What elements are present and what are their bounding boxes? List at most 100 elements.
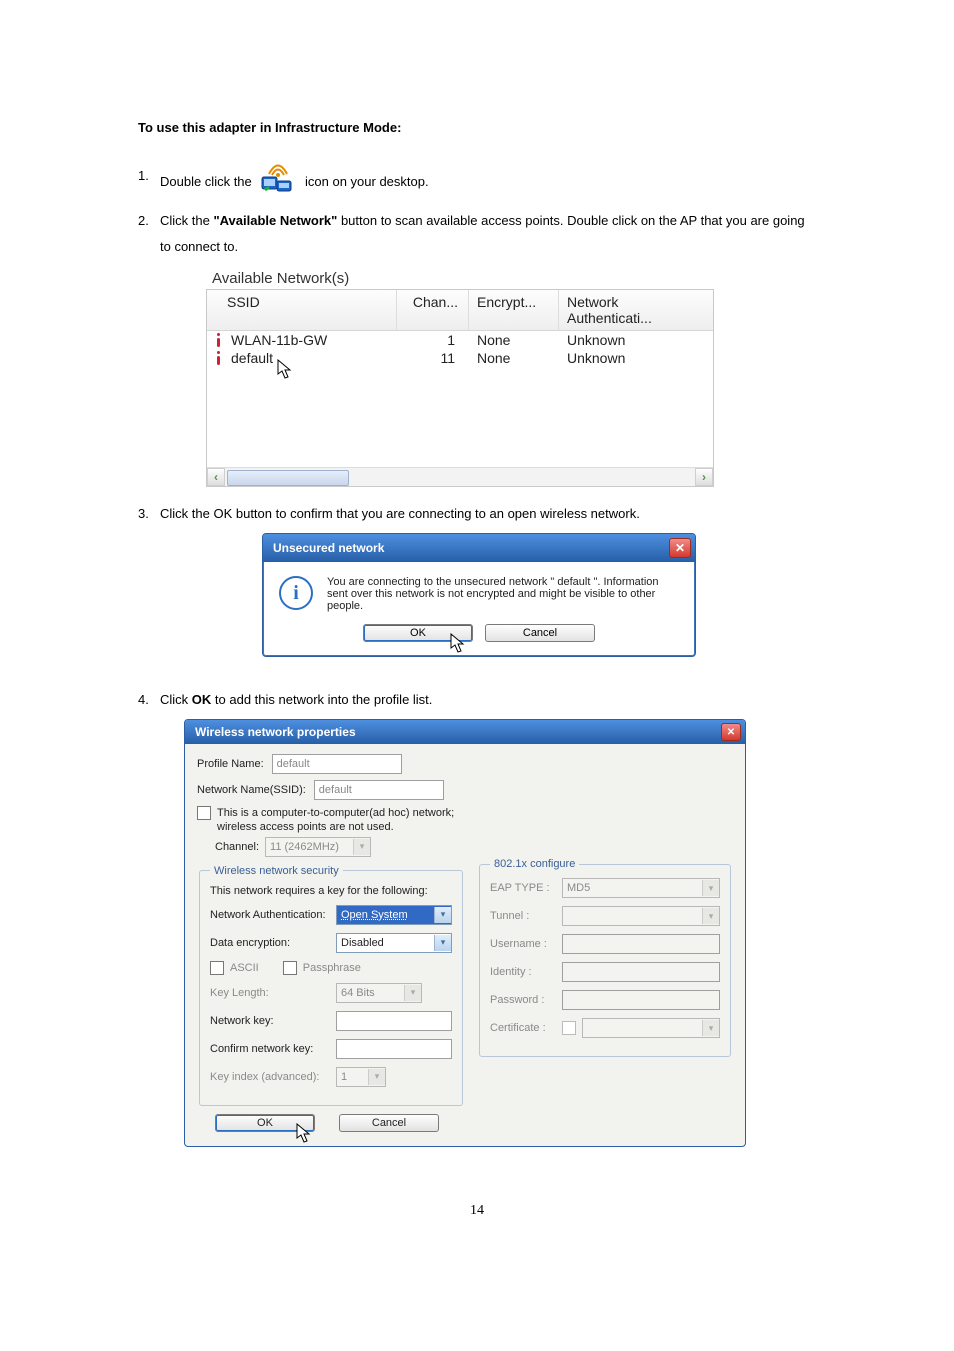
channel-select: 11 (2462MHz) ▾ <box>265 837 371 857</box>
info-icon: i <box>279 576 313 610</box>
chevron-down-icon: ▾ <box>404 985 421 1001</box>
username-input <box>562 934 720 954</box>
scroll-thumb[interactable] <box>227 470 349 486</box>
table-row[interactable]: WLAN-11b-GW 1 None Unknown <box>207 331 713 349</box>
dialog-title: Wireless network properties <box>195 725 356 739</box>
wireless-security-group: Wireless network security This network r… <box>199 865 463 1106</box>
encrypt: None <box>469 331 559 349</box>
scroll-right-icon[interactable]: › <box>695 468 713 486</box>
chevron-down-icon: ▾ <box>353 839 370 855</box>
netkey-label: Network key: <box>210 1015 330 1027</box>
tunnel-select: ▾ <box>562 906 720 926</box>
ssid-input[interactable]: default <box>314 780 444 800</box>
step-number: 3. <box>138 501 160 527</box>
keyidx-select: 1 ▾ <box>336 1067 386 1087</box>
net-auth-label: Network Authentication: <box>210 909 330 921</box>
step-4: 4. Click OK to add this network into the… <box>138 687 816 713</box>
scroll-left-icon[interactable]: ‹ <box>207 468 225 486</box>
step3-text: Click the OK button to confirm that you … <box>160 501 816 527</box>
eap-type-value: MD5 <box>567 882 702 894</box>
col-header-ssid[interactable]: SSID <box>207 290 397 331</box>
close-icon: ✕ <box>675 541 685 555</box>
profile-name-input[interactable]: default <box>272 754 402 774</box>
ascii-label: ASCII <box>230 962 259 974</box>
channel-value: 11 (2462MHz) <box>270 841 353 853</box>
passphrase-label: Passphrase <box>303 962 361 974</box>
data-enc-value: Disabled <box>341 937 434 949</box>
keylen-value: 64 Bits <box>341 987 404 999</box>
profile-name-label: Profile Name: <box>197 758 264 770</box>
page-number: 14 <box>138 1203 816 1219</box>
chevron-down-icon: ▾ <box>368 1069 385 1085</box>
col-header-channel[interactable]: Chan... <box>397 290 469 331</box>
section-heading: To use this adapter in Infrastructure Mo… <box>138 120 816 135</box>
horizontal-scrollbar[interactable]: ‹ › <box>207 467 713 486</box>
certificate-label: Certificate : <box>490 1022 556 1034</box>
col-header-auth[interactable]: Network Authenticati... <box>559 290 713 331</box>
net-auth-value: Open System <box>341 909 434 921</box>
identity-input <box>562 962 720 982</box>
ok-button[interactable]: OK <box>363 624 473 642</box>
chevron-down-icon: ▾ <box>434 907 451 923</box>
auth: Unknown <box>559 349 713 367</box>
netkey-input[interactable] <box>336 1011 452 1031</box>
available-networks-table[interactable]: SSID Chan... Encrypt... Network Authenti… <box>206 289 714 487</box>
step4-text-a: Click <box>160 692 192 707</box>
channel: 1 <box>397 331 469 349</box>
step-number: 1. <box>138 163 160 202</box>
col-header-encrypt[interactable]: Encrypt... <box>469 290 559 331</box>
step4-bold: OK <box>192 692 212 707</box>
adhoc-text: This is a computer-to-computer(ad hoc) n… <box>217 806 465 835</box>
step-number: 2. <box>138 208 160 260</box>
auth: Unknown <box>559 331 713 349</box>
step2-text-a: Click the <box>160 213 213 228</box>
ok-button[interactable]: OK <box>215 1114 315 1132</box>
available-networks-title: Available Network(s) <box>206 266 714 289</box>
chevron-down-icon: ▾ <box>702 908 719 924</box>
password-input <box>562 990 720 1010</box>
cancel-label: Cancel <box>372 1117 406 1129</box>
close-icon: ✕ <box>727 727 735 738</box>
certificate-checkbox <box>562 1021 576 1035</box>
cancel-button[interactable]: Cancel <box>339 1114 439 1132</box>
wireless-utility-icon <box>261 163 295 202</box>
confirmkey-input[interactable] <box>336 1039 452 1059</box>
keylen-label: Key Length: <box>210 987 330 999</box>
step1-text-b: icon on your desktop. <box>305 174 429 189</box>
data-enc-label: Data encryption: <box>210 937 330 949</box>
close-button[interactable]: ✕ <box>669 538 691 558</box>
step-3: 3. Click the OK button to confirm that y… <box>138 501 816 527</box>
identity-label: Identity : <box>490 966 556 978</box>
net-auth-select[interactable]: Open System ▾ <box>336 905 452 925</box>
ssid: default <box>231 350 273 366</box>
8021x-legend: 802.1x configure <box>490 858 579 870</box>
keylen-select: 64 Bits ▾ <box>336 983 422 1003</box>
step1-text-a: Double click the <box>160 174 255 189</box>
data-enc-select[interactable]: Disabled ▾ <box>336 933 452 953</box>
dialog-message: You are connecting to the unsecured netw… <box>327 576 679 612</box>
channel: 11 <box>397 349 469 367</box>
adhoc-checkbox[interactable] <box>197 806 211 820</box>
confirmkey-label: Confirm network key: <box>210 1043 330 1055</box>
close-button[interactable]: ✕ <box>721 723 741 741</box>
cancel-button[interactable]: Cancel <box>485 624 595 642</box>
ssid-label: Network Name(SSID): <box>197 784 306 796</box>
ok-label: OK <box>257 1117 273 1129</box>
ok-label: OK <box>410 627 426 639</box>
channel-label: Channel: <box>215 841 259 853</box>
step-number: 4. <box>138 687 160 713</box>
keyidx-value: 1 <box>341 1071 368 1083</box>
ssid: WLAN-11b-GW <box>231 332 327 348</box>
step4-text-b: to add this network into the profile lis… <box>215 692 433 707</box>
eap-type-select: MD5 ▾ <box>562 878 720 898</box>
dialog-title: Unsecured network <box>273 541 384 555</box>
step-1: 1. Double click the icon on your desktop… <box>138 163 816 202</box>
chevron-down-icon: ▾ <box>702 1020 719 1036</box>
keyidx-label: Key index (advanced): <box>210 1071 330 1083</box>
encrypt: None <box>469 349 559 367</box>
passphrase-checkbox <box>283 961 297 975</box>
security-legend: Wireless network security <box>210 865 343 877</box>
eap-type-label: EAP TYPE : <box>490 882 556 894</box>
cursor-icon <box>296 1123 312 1143</box>
table-row[interactable]: default 11 None Unknown <box>207 349 713 367</box>
